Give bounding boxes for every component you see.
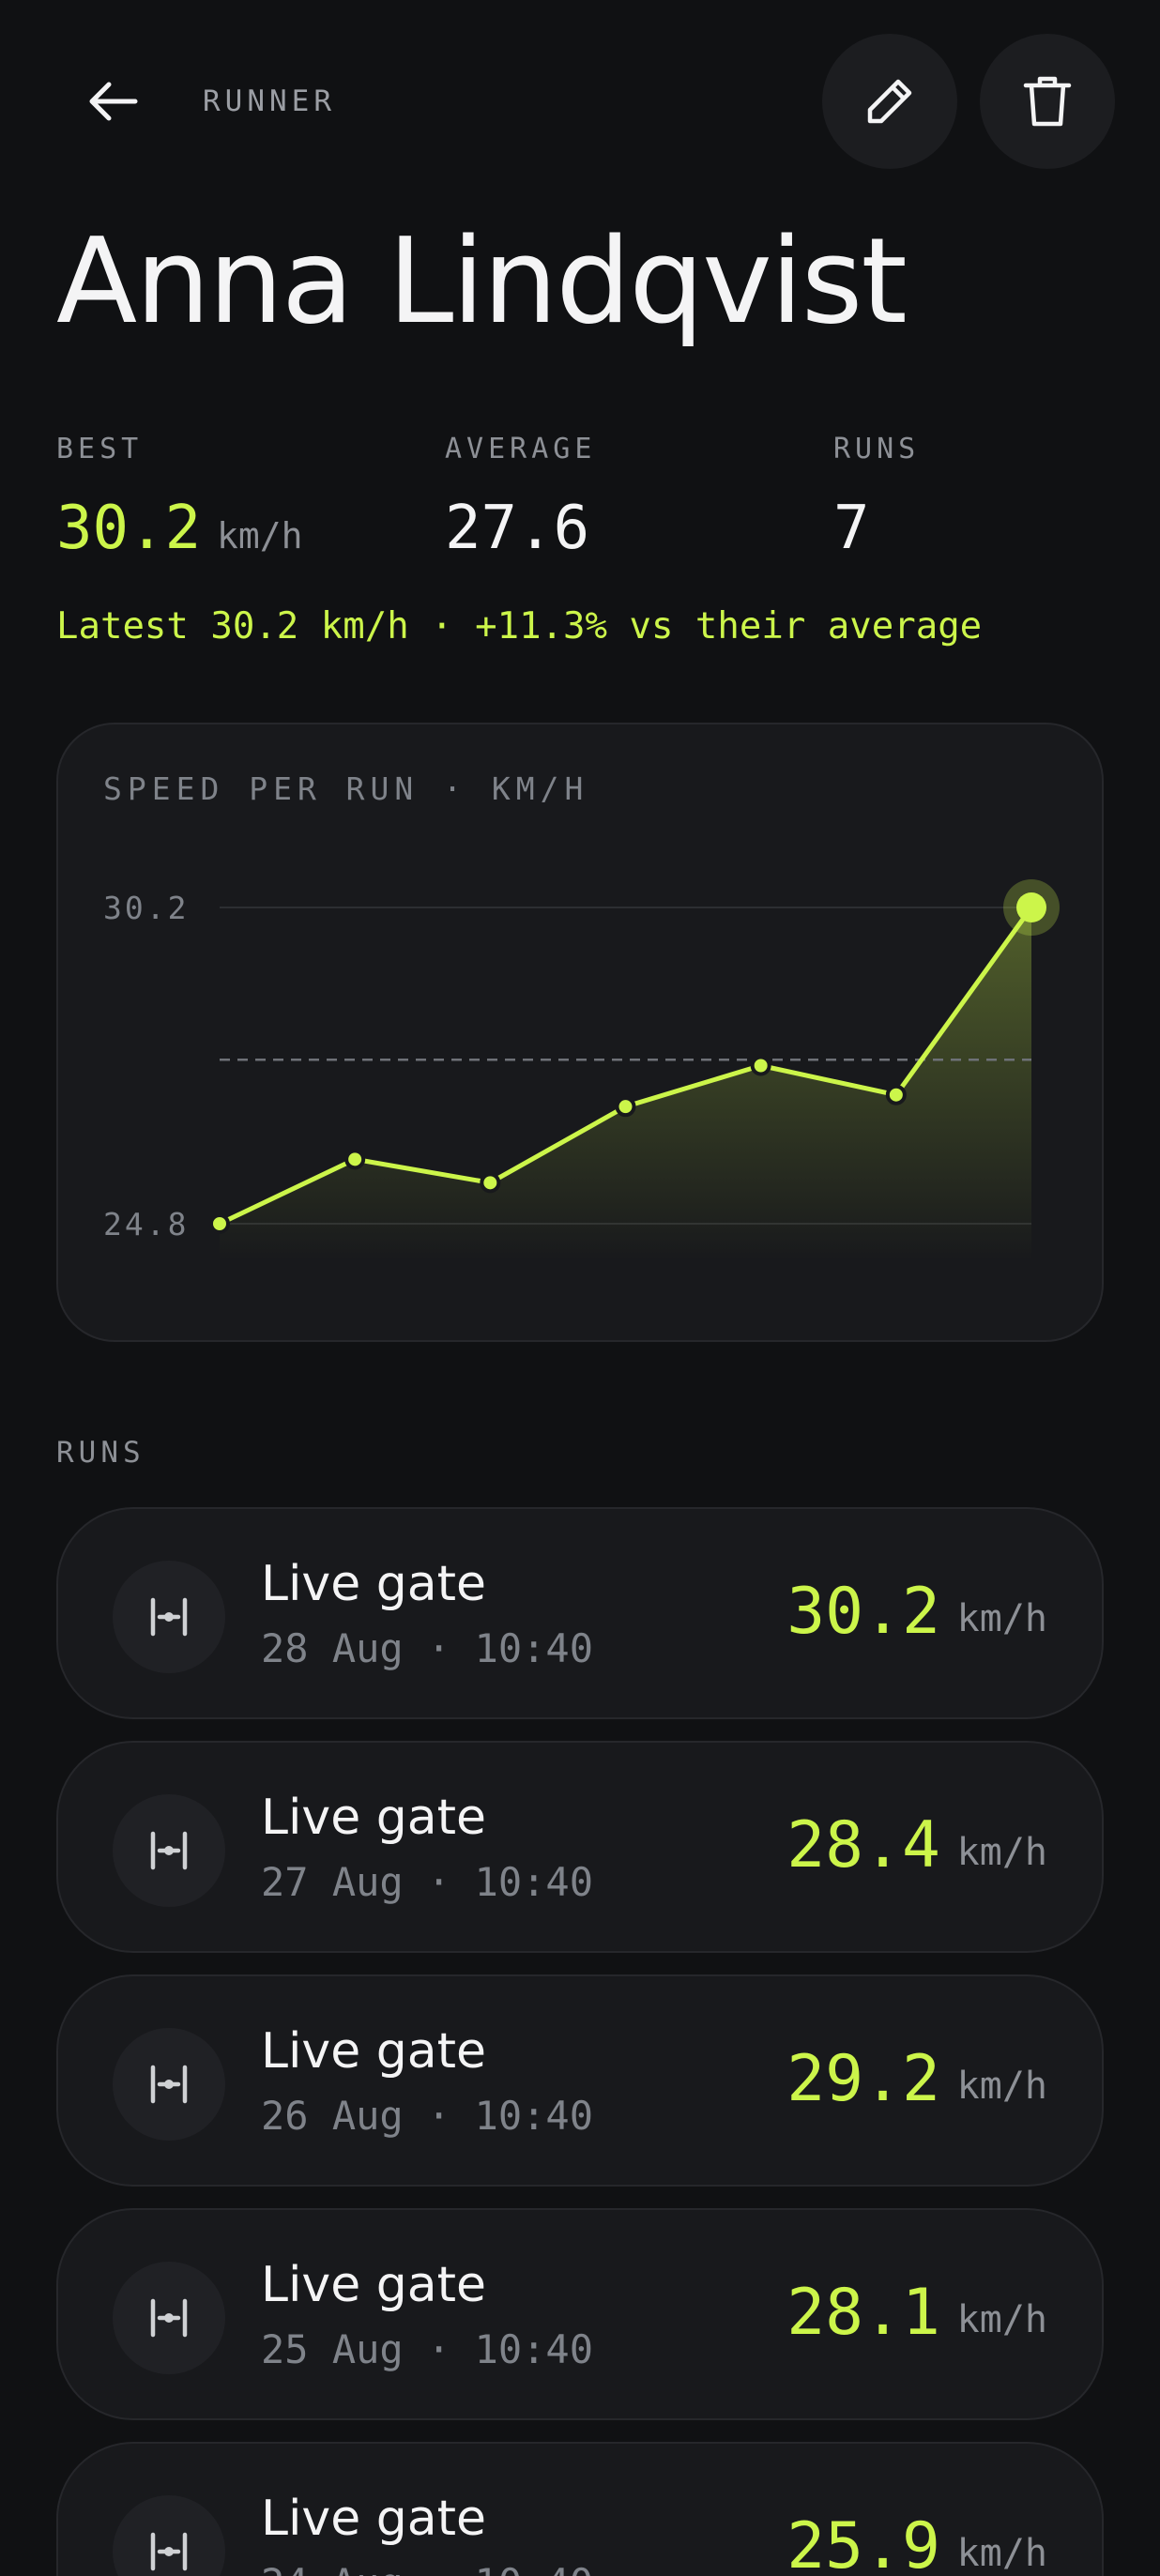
speed-chart-card: SPEED PER RUN · KM/H 30.2 24.8 (56, 723, 1104, 1342)
pencil-icon (867, 79, 912, 124)
run-speed: 30.2 (786, 1575, 940, 1649)
run-speed-unit: km/h (956, 2298, 1047, 2341)
gate-icon (113, 2262, 225, 2374)
arrow-left-icon (89, 82, 138, 121)
run-list-item[interactable]: Live gate 26 Aug · 10:40 29.2 km/h (56, 1974, 1104, 2187)
back-button[interactable] (73, 66, 152, 137)
run-list-item[interactable]: Live gate 28 Aug · 10:40 30.2 km/h (56, 1507, 1104, 1719)
edit-button[interactable] (822, 34, 957, 169)
data-point-7 (1016, 892, 1046, 922)
runner-name: Anna Lindqvist (56, 212, 908, 350)
data-point-1 (209, 1213, 230, 1234)
run-speed: 28.1 (786, 2276, 940, 2350)
runs-count-label: RUNS (833, 433, 921, 465)
run-title: Live gate (261, 1556, 486, 1612)
run-title: Live gate (261, 2257, 486, 2313)
run-title: Live gate (261, 1790, 486, 1846)
gate-icon (113, 2495, 225, 2576)
data-point-2 (344, 1149, 366, 1170)
run-date-time: 25 Aug · 10:40 (261, 2326, 594, 2372)
run-speed-unit: km/h (956, 2065, 1047, 2108)
gate-icon (113, 2028, 225, 2141)
page-label: RUNNER (203, 84, 336, 118)
runs-count-value: 7 (833, 494, 870, 563)
run-speed-unit: km/h (956, 1831, 1047, 1874)
run-date-time: 27 Aug · 10:40 (261, 1859, 594, 1905)
delete-button[interactable] (980, 34, 1115, 169)
best-value: 30.2 (56, 494, 202, 563)
run-date-time: 24 Aug · 10:40 (261, 2560, 593, 2576)
y-tick-min: 24.8 (103, 1206, 189, 1242)
gate-icon (113, 1561, 225, 1673)
speed-chart: 30.2 24.8 (103, 879, 1060, 1261)
run-date-time: 28 Aug · 10:40 (261, 1625, 594, 1671)
run-speed: 25.9 (786, 2509, 940, 2576)
run-speed: 29.2 (786, 2042, 940, 2116)
best-label: BEST (56, 433, 144, 465)
runs-section-label: RUNS (56, 1436, 145, 1470)
latest-summary: Latest 30.2 km/h · +11.3% vs their avera… (56, 605, 983, 648)
run-speed-unit: km/h (956, 2532, 1047, 2575)
y-tick-max: 30.2 (103, 890, 189, 926)
run-speed: 28.4 (786, 1808, 940, 1882)
trash-icon (1023, 76, 1072, 127)
run-date-time: 26 Aug · 10:40 (261, 2093, 594, 2139)
run-list-item[interactable]: Live gate 25 Aug · 10:40 28.1 km/h (56, 2208, 1104, 2420)
gate-icon (113, 1794, 225, 1907)
data-point-6 (885, 1084, 907, 1105)
average-label: AVERAGE (445, 433, 597, 465)
run-list-item[interactable]: Live gate 27 Aug · 10:40 28.4 km/h (56, 1741, 1104, 1953)
average-value: 27.6 (445, 494, 590, 563)
run-speed-unit: km/h (956, 1597, 1047, 1640)
run-title: Live gate (261, 2023, 486, 2080)
run-list-item[interactable]: Live gate 24 Aug · 10:40 25.9 km/h (56, 2442, 1104, 2576)
data-point-3 (480, 1172, 501, 1194)
data-point-4 (615, 1096, 636, 1118)
data-point-5 (750, 1055, 771, 1076)
best-unit: km/h (217, 515, 303, 556)
chart-area (220, 907, 1031, 1261)
run-title: Live gate (261, 2491, 486, 2547)
